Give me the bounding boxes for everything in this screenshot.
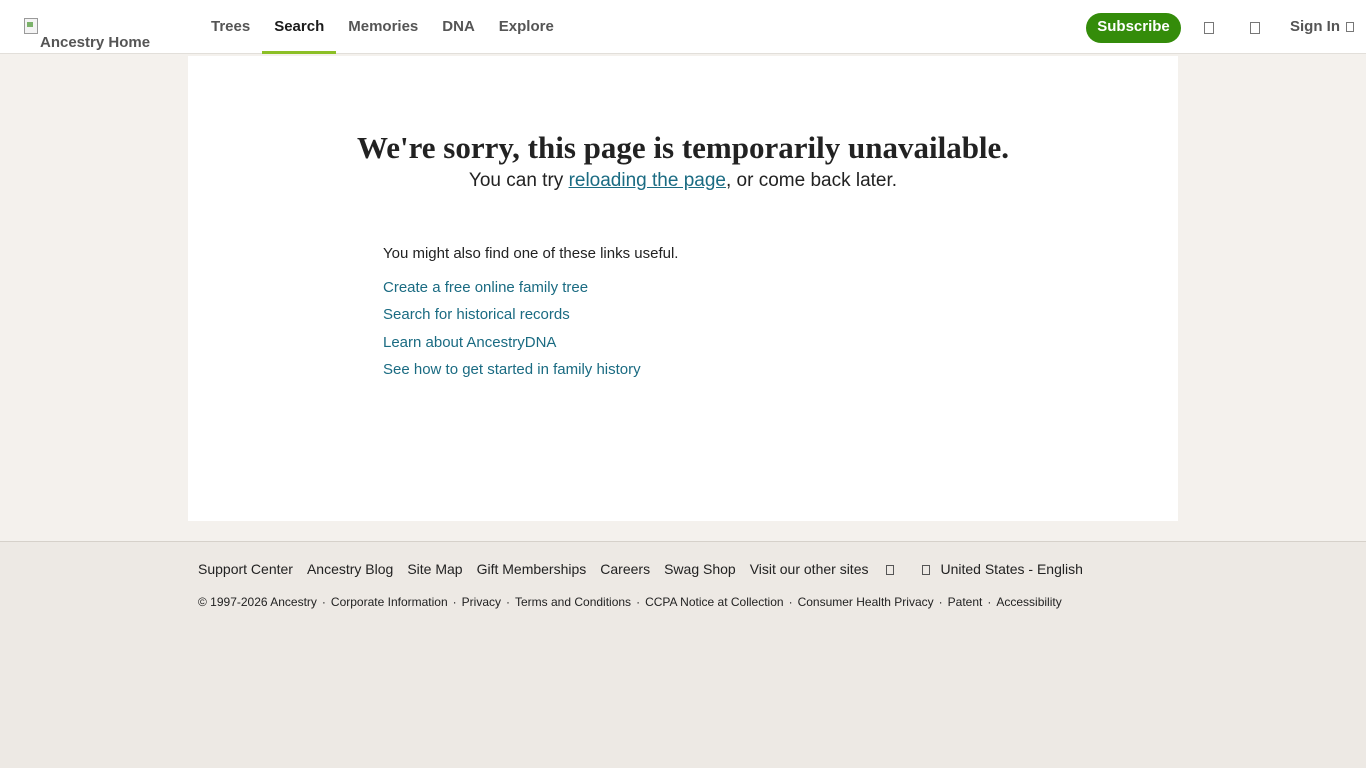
notifications-icon[interactable] [1204, 22, 1214, 34]
broken-image-icon [24, 18, 40, 34]
separator-dot: · [938, 595, 943, 609]
legal-ccpa-notice[interactable]: CCPA Notice at Collection [645, 595, 784, 609]
sign-in-label: Sign In [1290, 18, 1340, 35]
nav-memories[interactable]: Memories [336, 0, 430, 54]
link-search-historical-records[interactable]: Search for historical records [383, 306, 641, 333]
footer-swag-shop[interactable]: Swag Shop [664, 561, 736, 577]
messages-icon[interactable] [1250, 22, 1260, 34]
error-card: We're sorry, this page is temporarily un… [188, 56, 1178, 521]
nav-explore[interactable]: Explore [487, 0, 566, 54]
footer-support-center[interactable]: Support Center [198, 561, 293, 577]
footer-other-sites[interactable]: Visit our other sites [750, 561, 909, 577]
separator-dot: · [452, 595, 457, 609]
legal-terms-conditions[interactable]: Terms and Conditions [515, 595, 631, 609]
chevron-down-icon [886, 565, 895, 576]
separator-dot: · [788, 595, 793, 609]
useful-links-heading: You might also find one of these links u… [383, 245, 679, 262]
nav-dna[interactable]: DNA [430, 0, 487, 54]
chevron-down-icon [1346, 22, 1354, 33]
copyright-text: © 1997-2026 Ancestry [198, 595, 317, 609]
nav-trees[interactable]: Trees [199, 0, 262, 54]
link-learn-ancestrydna[interactable]: Learn about AncestryDNA [383, 334, 641, 361]
separator-dot: · [506, 595, 510, 609]
legal-patent[interactable]: Patent [948, 595, 983, 609]
link-create-family-tree[interactable]: Create a free online family tree [383, 279, 641, 306]
subscribe-button[interactable]: Subscribe [1086, 13, 1181, 43]
nav-search[interactable]: Search [262, 0, 337, 54]
legal-consumer-health-privacy[interactable]: Consumer Health Privacy [798, 595, 934, 609]
ancestry-home-logo[interactable]: Ancestry Home [24, 18, 150, 54]
footer-nav: Support Center Ancestry Blog Site Map Gi… [198, 561, 1111, 577]
locale-label: United States - English [940, 561, 1083, 577]
error-subtitle: You can try reloading the page, or come … [188, 170, 1178, 192]
globe-icon [922, 565, 931, 576]
legal-privacy[interactable]: Privacy [462, 595, 501, 609]
footer-legal: © 1997-2026 Ancestry · Corporate Informati… [198, 595, 1062, 609]
page-title: We're sorry, this page is temporarily un… [356, 130, 1010, 165]
site-header: Ancestry Home Trees Search Memories DNA … [0, 0, 1366, 54]
useful-links-list: Create a free online family tree Search … [383, 279, 641, 388]
separator-dot: · [636, 595, 641, 609]
footer-careers[interactable]: Careers [600, 561, 650, 577]
footer-ancestry-blog[interactable]: Ancestry Blog [307, 561, 393, 577]
locale-selector[interactable]: United States - English [922, 561, 1096, 577]
legal-corporate-information[interactable]: Corporate Information [331, 595, 448, 609]
footer-site-map[interactable]: Site Map [407, 561, 462, 577]
site-footer: Support Center Ancestry Blog Site Map Gi… [0, 541, 1366, 768]
logo-alt-text: Ancestry Home [40, 34, 151, 51]
sign-in-button[interactable]: Sign In [1290, 0, 1354, 54]
link-get-started-family-history[interactable]: See how to get started in family history [383, 361, 641, 388]
main-nav: Trees Search Memories DNA Explore [199, 0, 566, 54]
reload-page-link[interactable]: reloading the page [569, 170, 726, 191]
separator-dot: · [987, 595, 992, 609]
subtitle-suffix: , or come back later. [725, 170, 898, 191]
footer-gift-memberships[interactable]: Gift Memberships [477, 561, 587, 577]
subtitle-prefix: You can try [468, 170, 569, 191]
other-sites-label: Visit our other sites [749, 561, 869, 577]
separator-dot: · [321, 595, 326, 609]
legal-accessibility[interactable]: Accessibility [996, 595, 1061, 609]
